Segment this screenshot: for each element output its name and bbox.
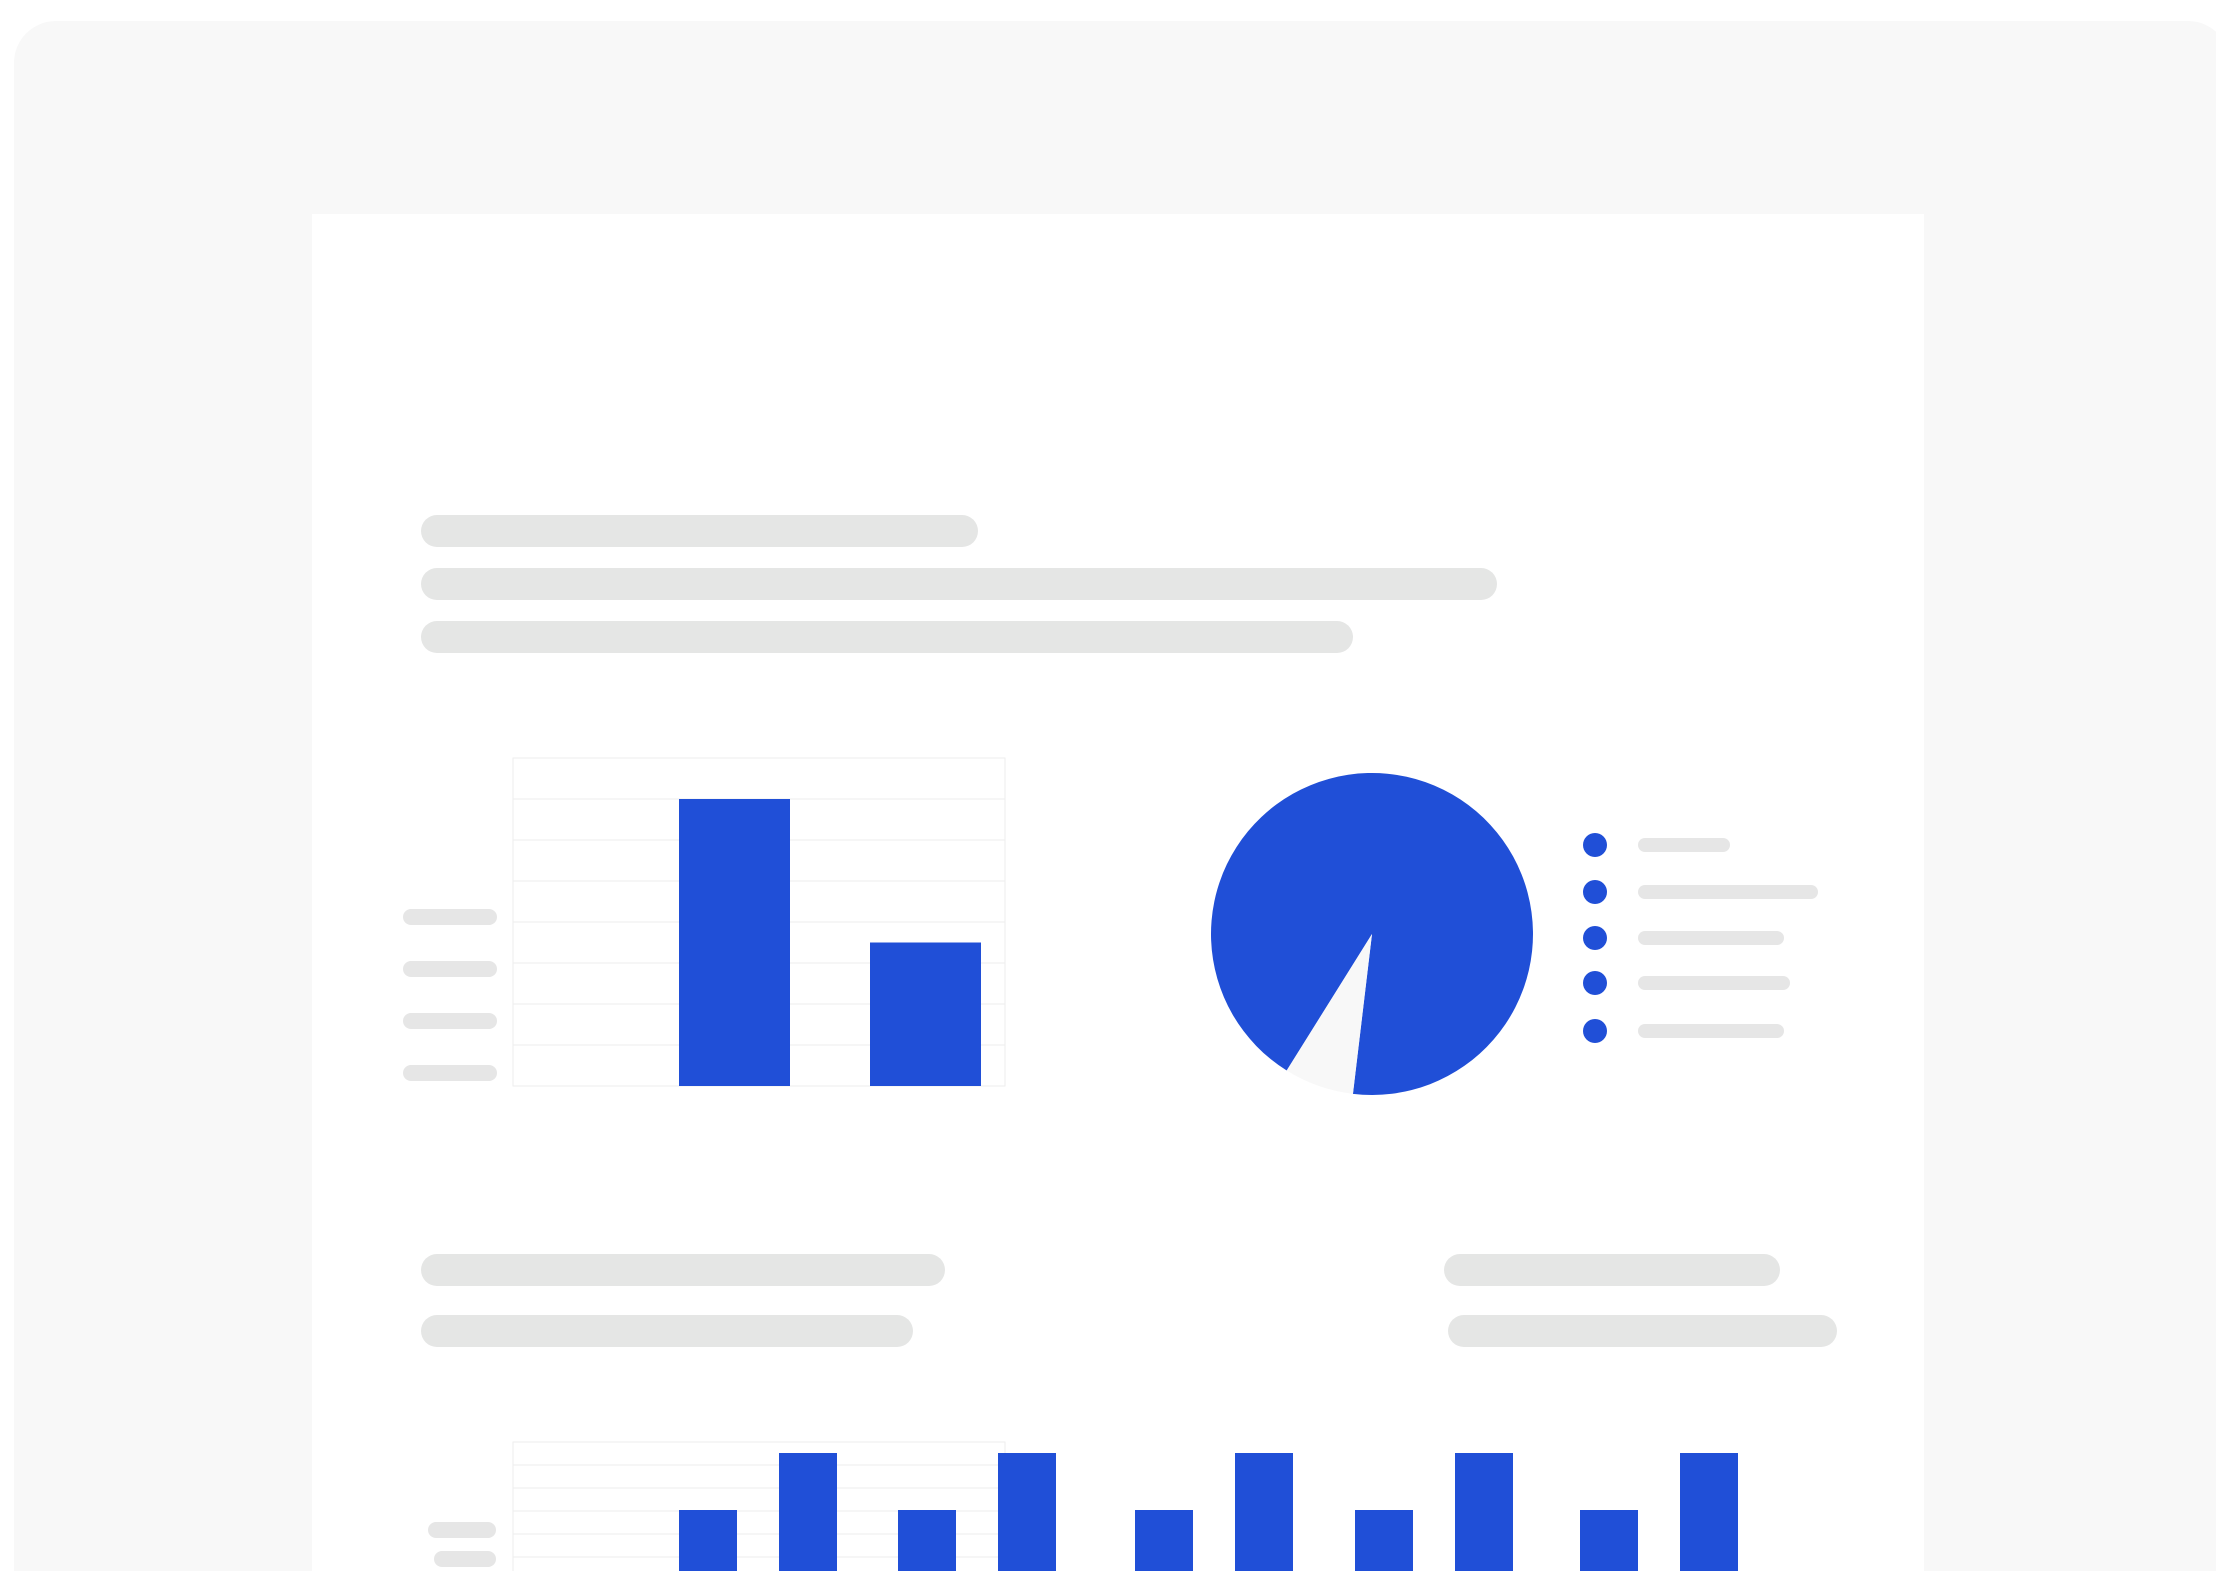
bottom-chart-bar-7 [1355, 1510, 1413, 1571]
bottom-chart-bar-10 [1680, 1453, 1738, 1571]
bottom-chart-bar-5 [1135, 1510, 1193, 1571]
bottom-chart-bar-4 [998, 1453, 1056, 1571]
bar-chart-bar-1 [679, 799, 790, 1086]
bottom-chart-bar-1 [679, 1510, 737, 1571]
bottom-chart-bar-2 [779, 1453, 837, 1571]
bar-chart-bar-2 [870, 942, 981, 1086]
document-page [312, 214, 1924, 1571]
bottom-chart-bar-6 [1235, 1453, 1293, 1571]
bottom-chart-bar-3 [898, 1510, 956, 1571]
bottom-chart-bar-9 [1580, 1510, 1638, 1571]
bottom-chart-bar-8 [1455, 1453, 1513, 1571]
charts-canvas [512, 757, 1738, 1571]
